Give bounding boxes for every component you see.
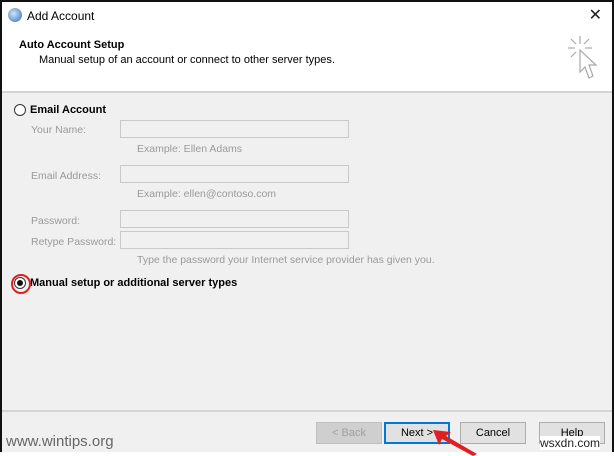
watermark-left: www.wintips.org bbox=[6, 433, 114, 450]
email-account-radio[interactable]: Email Account bbox=[14, 104, 106, 116]
password-hint: Type the password your Internet service … bbox=[137, 254, 435, 266]
back-button[interactable]: < Back bbox=[316, 422, 382, 444]
outlook-app-icon bbox=[8, 8, 22, 22]
email-account-label: Email Account bbox=[30, 104, 106, 116]
watermark-right: wsxdn.com bbox=[540, 436, 601, 450]
radio-button[interactable] bbox=[14, 104, 26, 116]
manual-setup-label: Manual setup or additional server types bbox=[30, 277, 238, 289]
page-subtitle: Manual setup of an account or connect to… bbox=[39, 54, 335, 66]
retype-password-input[interactable] bbox=[120, 231, 349, 249]
your-name-input[interactable] bbox=[120, 120, 349, 138]
close-icon[interactable]: ✕ bbox=[589, 5, 602, 25]
radio-button-selected[interactable] bbox=[11, 274, 31, 294]
password-input[interactable] bbox=[120, 210, 349, 228]
email-address-input[interactable] bbox=[120, 165, 349, 183]
password-label: Password: bbox=[31, 215, 81, 227]
highlight-circle bbox=[11, 274, 31, 294]
email-address-label: Email Address: bbox=[31, 170, 102, 182]
wizard-header: Auto Account Setup Manual setup of an ac… bbox=[2, 30, 612, 93]
manual-setup-radio[interactable]: Manual setup or additional server types bbox=[11, 274, 238, 294]
cursor-sparkle-icon bbox=[568, 36, 598, 79]
your-name-example: Example: Ellen Adams bbox=[137, 143, 243, 155]
window-title: Add Account bbox=[27, 9, 95, 23]
title-bar: Add Account ✕ bbox=[2, 2, 612, 30]
retype-password-label: Retype Password: bbox=[31, 236, 117, 248]
email-address-example: Example: ellen@contoso.com bbox=[137, 188, 277, 200]
your-name-label: Your Name: bbox=[31, 124, 87, 136]
add-account-dialog: Add Account ✕ Auto Account Setup Manual … bbox=[0, 0, 614, 456]
page-title: Auto Account Setup bbox=[19, 39, 125, 51]
footer-divider bbox=[2, 410, 612, 412]
